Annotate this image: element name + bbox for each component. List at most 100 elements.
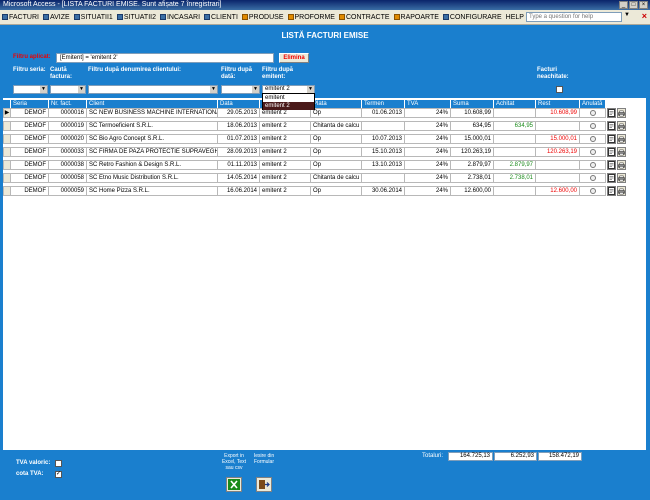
filter-seria-select[interactable]: ▼ [13,85,48,94]
chevron-down-icon[interactable]: ▼ [624,12,630,18]
cancelled-radio[interactable] [589,149,596,155]
menu-clienti[interactable]: CLIENTI [204,14,238,21]
menu-facturi[interactable]: FACTURI [2,14,39,21]
maximize-button[interactable]: □ [629,1,638,9]
row-selector[interactable] [3,121,11,131]
table-row[interactable]: DEMOF 0000019 SC Termoeficient S.R.L. 18.06… [3,121,626,131]
cell-achitat: 2.879,97 [494,160,536,170]
table-row[interactable]: DEMOF 0000058 SC Etno Music Distribution S… [3,173,626,183]
unpaid-invoices-checkbox[interactable] [556,86,563,93]
cancelled-radio[interactable] [589,188,596,194]
print-button[interactable] [617,160,626,170]
close-icon[interactable]: × [642,11,647,21]
menu-situatii1[interactable]: SITUATII1 [73,14,113,21]
cancelled-radio[interactable] [589,175,596,181]
cell-tva: 24% [405,121,451,131]
cancelled-radio[interactable] [589,110,596,116]
close-window-button[interactable]: × [639,1,648,9]
cell-nr: 0000058 [49,173,87,183]
remove-filter-button[interactable]: Elimina [279,53,309,63]
rapoarte-icon [393,14,400,20]
exit-line2: Formular [253,459,274,465]
row-selector[interactable] [3,173,11,183]
menu-incasari[interactable]: INCASARI [159,14,200,21]
cell-achitat [494,134,536,144]
situatii1-icon [73,14,80,20]
cell-client: SC Bio Agro Concept S.R.L. [87,134,218,144]
menu-label: FACTURI [9,13,39,21]
print-button[interactable] [617,134,626,144]
export-excel-button[interactable] [226,477,242,492]
cell-tva: 24% [405,186,451,196]
menu-label: CONTRACTE [345,13,390,21]
search-invoice-select[interactable]: ▼ [50,85,86,94]
menu-proforme[interactable]: PROFORME [287,13,335,21]
cell-rest: 10.608,99 [536,108,580,118]
view-document-button[interactable] [607,173,616,183]
cell-data: 16.06.2014 [218,186,260,196]
header-rest: Rest [536,100,580,108]
print-button[interactable] [617,121,626,131]
filter-date-select[interactable]: ▼ [221,85,260,94]
cell-rest: 120.263,19 [536,147,580,157]
emitent-option-selected[interactable]: emitent 2 [263,102,314,110]
print-button[interactable] [617,108,626,118]
print-button[interactable] [617,147,626,157]
minimize-button[interactable]: _ [619,1,628,9]
view-document-button[interactable] [607,160,616,170]
menu-situatii2[interactable]: SITUATII2 [116,14,156,21]
row-selector[interactable]: ▶ [3,108,11,118]
menu-contracte[interactable]: CONTRACTE [338,13,390,21]
print-button[interactable] [617,173,626,183]
cancelled-radio[interactable] [589,123,596,129]
view-document-button[interactable] [607,108,616,118]
header-selector [3,100,11,108]
view-document-button[interactable] [607,121,616,131]
view-document-button[interactable] [607,147,616,157]
cell-tva: 24% [405,108,451,118]
header-tva: TVA [405,100,451,108]
emitent-option[interactable]: emitent [263,94,314,102]
view-document-button[interactable] [607,134,616,144]
table-row[interactable]: DEMOF 0000038 SC Retro Fashion & Design S.… [3,160,626,170]
menu-configurare[interactable]: CONFIGURARE [442,14,502,21]
row-selector[interactable] [3,160,11,170]
row-selector[interactable] [3,186,11,196]
row-selector[interactable] [3,134,11,144]
cell-nr: 0000059 [49,186,87,196]
printer-icon [618,162,625,168]
menu-avize[interactable]: AVIZE [42,14,70,21]
row-selector[interactable] [3,147,11,157]
menu-rapoarte[interactable]: RAPOARTE [393,14,439,21]
cota-tva-checkbox[interactable]: ✓ [55,471,62,478]
print-button[interactable] [617,186,626,196]
menu-help[interactable]: HELP [506,14,524,21]
printer-icon [618,149,625,155]
filter-applied-label: Filtru aplicat: [13,54,51,60]
cancelled-radio[interactable] [589,162,596,168]
cell-anulata [580,160,606,170]
cell-termen [362,173,405,183]
cell-client: SC FIRMA DE PAZA PROTECTIE SUPRAVEGHER [87,147,218,157]
view-document-button[interactable] [607,186,616,196]
cell-seria: DEMOF [11,173,49,183]
total-achitat: 6.252,93 [494,452,537,461]
table-row[interactable]: DEMOF 0000059 SC Home Pizza S.R.L. 16.06.20… [3,186,626,196]
document-icon [608,161,615,169]
menu-label: PROFORME [294,13,335,21]
filter-client-select[interactable]: ▼ [88,85,218,94]
table-row[interactable]: DEMOF 0000020 SC Bio Agro Concept S.R.L. 01… [3,134,626,144]
menu-produse[interactable]: PRODUSE [241,14,284,21]
table-row[interactable]: DEMOF 0000033 SC FIRMA DE PAZA PROTECTIE S… [3,147,626,157]
cell-plata: Op [311,186,362,196]
tva-valoric-checkbox[interactable] [55,460,62,467]
document-icon [608,148,615,156]
cancelled-radio[interactable] [589,136,596,142]
header-client: Client [87,100,218,108]
cell-anulata [580,173,606,183]
filter-emitent-label: Filtru după emitent: [262,67,293,80]
exit-form-button[interactable] [256,477,272,492]
help-question-input[interactable]: Type a question for help [526,12,622,22]
header-suma: Suma [451,100,494,108]
cell-client: SC Termoeficient S.R.L. [87,121,218,131]
